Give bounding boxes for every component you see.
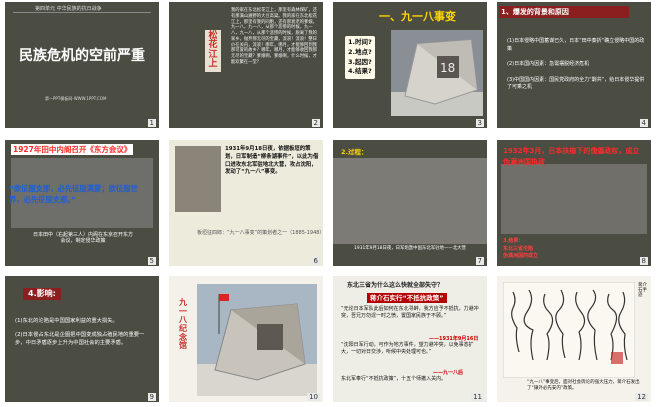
question-item: 2.地点? [348, 47, 372, 56]
slide-number: 12 [635, 393, 648, 401]
slide-number: 9 [147, 393, 156, 401]
museum-title-vertical: 九一八纪念馆 [179, 297, 187, 351]
cause-list: (1)日本侵略中国蓄谋已久，日本“田中奏折”确立侵略中国的政策 (2)日本国内因… [507, 38, 645, 92]
photo-caption: 日本田中（右起第三人）内阁在东京召开东方会议，制定侵华政策 [33, 232, 134, 245]
slide-number: 11 [471, 393, 484, 401]
slide-thumbnail-9[interactable]: 4.影响: (1)东北的沦陷是中国国家利益的重大损失。 (2)日本侵占东北是企图… [5, 276, 159, 402]
slide-thumbnail-5[interactable]: 1927年田中内阁召开《东方会议》 “欲征服支那，必先征服满蒙；欲征服世界，必先… [5, 140, 159, 266]
section-label: 2.过程： [341, 148, 368, 156]
quote-2: “沈阳日军行动，可作为地方事件，望力避冲突，以免事态扩大，一切对日交涉，听候中央… [341, 342, 474, 355]
side-label: 蒋介石手迹 [638, 283, 647, 298]
question-item: 3.起因? [348, 57, 372, 66]
slide-title: 一、九一八事变 [379, 10, 456, 23]
list-item: (3)中国国内因素：国民党政府的全力“剿共”，给日本侵华提供了可乘之机 [507, 76, 645, 91]
list-item: (2)日本侵占东北是企图把中国变成独占殖民地的重要一步，中日矛盾逐步上升为中国社… [15, 331, 145, 346]
conclusion-text: 东北军奉行“不抵抗政策”，十五个师撤入关内。 [341, 376, 447, 382]
slide-title: 1927年田中内阁召开《东方会议》 [11, 144, 134, 156]
policy-banner: 蒋介石实行“不抵抗政策” [367, 293, 447, 304]
question-item: 4.结果? [348, 67, 372, 76]
portrait-photo [175, 146, 221, 212]
quote-1: “无论日本军队此后如何在东北寻衅，我方应予不抵抗，力避冲突，吾兄万勿逞一时之愤，… [341, 306, 479, 319]
slide-thumbnail-10[interactable]: 九一八纪念馆 10 [169, 276, 323, 402]
museum-photo [197, 284, 317, 396]
event-description: 1931年9月18日夜，依据板垣的策划，日军制造“柳条湖事件”，以此为借口进攻东… [225, 146, 319, 176]
slide-thumbnail-2[interactable]: 松花江上 我的家在东北松花江上，那里有森林煤矿，还有那满山遍野的大豆高粱。我的家… [169, 2, 323, 128]
quote-text: “欲征服支那，必先征服满蒙；欲征服世界，必先征服支那。” [9, 184, 138, 204]
slide-thumbnail-3[interactable]: 一、九一八事变 1.时间? 2.地点? 3.起因? 4.结果? 18 3 [333, 2, 487, 128]
slide-header: 第四单元 中华民族的抗日战争 [35, 6, 102, 12]
list-item: (2)日本国内因素：急需摆脱经济危机 [507, 61, 590, 67]
slide-title: 民族危机的空前严重 [19, 48, 145, 64]
slide-number: 7 [475, 257, 484, 265]
question-item: 1.时间? [348, 38, 372, 46]
list-item: (1)东北的沦陷是中国国家利益的重大损失。 [15, 318, 118, 324]
slide-thumbnail-11[interactable]: 东北三省为什么这么快就全部失守？ 蒋介石实行“不抵抗政策” “无论日本军队此后如… [333, 276, 487, 402]
slide-number: 8 [639, 257, 648, 265]
slide-number: 5 [147, 257, 156, 265]
slide-thumbnail-12[interactable]: 蒋介石手迹 “九一八”事变后，面对社会舆论的强大压力，蒋介石发出了“攘外必先安内… [497, 276, 651, 402]
calligraphy-caption: “九一八”事变后，面对社会舆论的强大压力，蒋介石发出了“攘外必先安内”政策。 [527, 380, 640, 392]
slide-number: 10 [307, 393, 320, 401]
slide-title: 1932年3月，日本扶植下的傀儡政权，成立伪满洲国执政 [503, 147, 640, 166]
slide-thumbnail-1[interactable]: 第四单元 中华民族的抗日战争 民族危机的空前严重 第一PPT模板网-WWW.1P… [5, 2, 159, 128]
slide-heading: 4.影响: [23, 288, 61, 300]
slide-heading: 1、爆发的背景和原因 [501, 8, 569, 16]
portrait-caption: 板垣征四郎：“九一八事变”的策划者之一（1885-1948） [197, 230, 323, 236]
slide-number: 1 [147, 119, 156, 127]
question-text: 东北三省为什么这么快就全部失守？ [347, 282, 444, 289]
monument-label: 18 [440, 61, 455, 75]
slide-number: 2 [311, 119, 320, 127]
result-text: 3.结果： 东北三省沦陷 伪满洲国的成立 [503, 238, 539, 259]
slide-number: 4 [639, 119, 648, 127]
impact-list: (1)东北的沦陷是中国国家利益的重大损失。 (2)日本侵占东北是企图把中国变成独… [15, 318, 151, 348]
slide-thumbnail-7[interactable]: 2.过程： 1931年9月18日夜，日军炮轰中国东北军驻地——北大营 7 [333, 140, 487, 266]
group-photo [501, 164, 647, 234]
slide-number: 3 [475, 119, 484, 127]
slide-number: 6 [311, 257, 320, 265]
slide-thumbnail-4[interactable]: 1、爆发的背景和原因 (1)日本侵略中国蓄谋已久，日本“田中奏折”确立侵略中国的… [497, 2, 651, 128]
song-lyrics: 我的家在东北松花江上，那里有森林煤矿，还有那满山遍野的大豆高粱。我的家在东北松花… [231, 8, 317, 65]
slide-footer: 第一PPT模板网-WWW.1PPT.COM [45, 96, 107, 101]
song-title-vertical: 松花江上 [205, 30, 221, 72]
slide-thumbnail-6[interactable]: 1931年9月18日夜，依据板垣的策划，日军制造“柳条湖事件”，以此为借口进攻东… [169, 140, 323, 266]
list-item: (1)日本侵略中国蓄谋已久，日本“田中奏折”确立侵略中国的政策 [507, 38, 645, 52]
monument-photo: 18 [391, 30, 483, 116]
question-list: 1.时间? 2.地点? 3.起因? 4.结果? [345, 36, 375, 79]
photo-caption: 1931年9月18日夜，日军炮轰中国东北军驻地——北大营 [354, 246, 466, 251]
battle-photo [333, 158, 487, 244]
calligraphy-image [503, 282, 635, 378]
slide-thumbnail-8[interactable]: 1932年3月，日本扶植下的傀儡政权，成立伪满洲国执政 3.结果： 东北三省沦陷… [497, 140, 651, 266]
